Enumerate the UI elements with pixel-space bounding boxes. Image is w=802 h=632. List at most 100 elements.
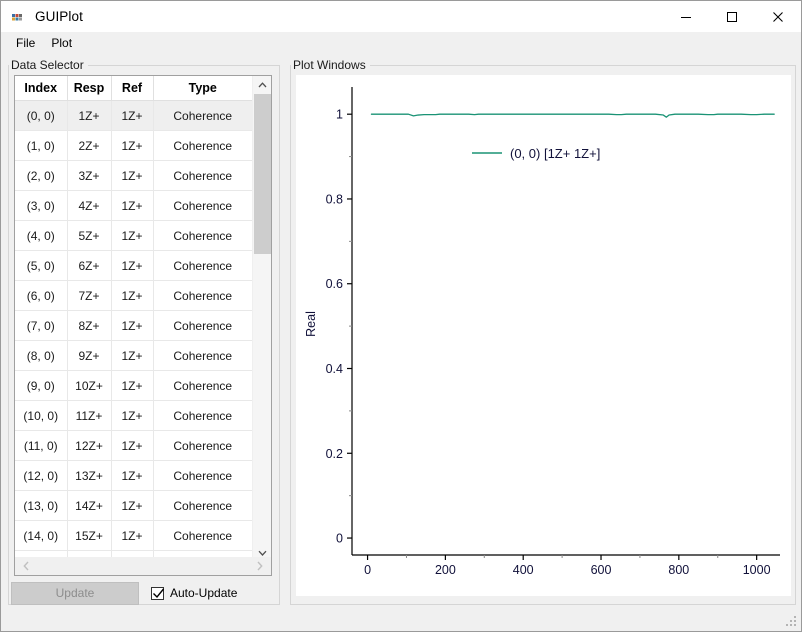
table-row[interactable]: (0, 0) 1Z+ 1Z+ Coherence: [15, 101, 252, 131]
data-selector-title: Data Selector: [9, 58, 88, 72]
cell-type: Coherence: [153, 221, 252, 251]
cell-index: (7, 0): [15, 311, 67, 341]
menu-bar: File Plot: [1, 32, 801, 53]
y-tick-label: 1: [336, 108, 343, 122]
cell-ref: 1Z+: [111, 101, 153, 131]
data-selector-panel: Data Selector Index Resp Ref Type: [8, 65, 280, 605]
cell-type: Coherence: [153, 311, 252, 341]
cell-index: (13, 0): [15, 491, 67, 521]
cell-ref: 1Z+: [111, 191, 153, 221]
cell-resp: 13Z+: [67, 461, 111, 491]
cell-resp: 3Z+: [67, 161, 111, 191]
auto-update-checkbox[interactable]: [151, 587, 164, 600]
cell-ref: 1Z+: [111, 161, 153, 191]
table-row[interactable]: (12, 0) 13Z+ 1Z+ Coherence: [15, 461, 252, 491]
chevron-right-icon[interactable]: [251, 557, 269, 574]
cell-index: (4, 0): [15, 221, 67, 251]
cell-ref: 1Z+: [111, 431, 153, 461]
cell-index: (14, 0): [15, 521, 67, 551]
cell-ref: 1Z+: [111, 221, 153, 251]
coherence-line-chart: 00.20.40.60.81 02004006008001000 (0, 0) …: [296, 75, 791, 596]
column-header-type[interactable]: Type: [153, 76, 252, 101]
auto-update-control[interactable]: Auto-Update: [151, 586, 237, 600]
plot-windows-panel: Plot Windows 00.20.40.60.81 020040060080…: [290, 65, 796, 605]
table-row[interactable]: (13, 0) 14Z+ 1Z+ Coherence: [15, 491, 252, 521]
y-tick-label: 0: [336, 532, 343, 546]
table-row[interactable]: (8, 0) 9Z+ 1Z+ Coherence: [15, 341, 252, 371]
cell-type: Coherence: [153, 101, 252, 131]
table-row[interactable]: (6, 0) 7Z+ 1Z+ Coherence: [15, 281, 252, 311]
table-row[interactable]: (10, 0) 11Z+ 1Z+ Coherence: [15, 401, 252, 431]
chevron-up-icon[interactable]: [253, 76, 272, 94]
table-header-row: Index Resp Ref Type: [15, 76, 252, 101]
title-bar: GUIPlot: [1, 1, 801, 32]
app-logo-icon: [11, 9, 27, 25]
data-selector-table: Index Resp Ref Type (0, 0) 1Z+ 1Z+ Coher…: [15, 76, 252, 562]
menu-item-file[interactable]: File: [8, 34, 43, 52]
cell-ref: 1Z+: [111, 491, 153, 521]
table-row[interactable]: (3, 0) 4Z+ 1Z+ Coherence: [15, 191, 252, 221]
cell-ref: 1Z+: [111, 341, 153, 371]
resize-grip[interactable]: [785, 615, 798, 628]
guiplot-window: GUIPlot File Plot: [0, 0, 802, 632]
column-header-resp[interactable]: Resp: [67, 76, 111, 101]
plot-canvas[interactable]: 00.20.40.60.81 02004006008001000 (0, 0) …: [296, 75, 791, 596]
minimize-button[interactable]: [663, 1, 709, 32]
close-icon: [772, 11, 784, 23]
table-horizontal-scrollbar[interactable]: [14, 557, 272, 576]
cell-ref: 1Z+: [111, 401, 153, 431]
column-header-ref[interactable]: Ref: [111, 76, 153, 101]
y-tick-label: 0.6: [326, 277, 343, 291]
cell-resp: 4Z+: [67, 191, 111, 221]
cell-index: (9, 0): [15, 371, 67, 401]
cell-resp: 14Z+: [67, 491, 111, 521]
chevron-left-icon[interactable]: [17, 557, 35, 574]
table-vertical-scrollbar[interactable]: [252, 76, 271, 562]
cell-type: Coherence: [153, 161, 252, 191]
cell-type: Coherence: [153, 251, 252, 281]
table-row[interactable]: (11, 0) 12Z+ 1Z+ Coherence: [15, 431, 252, 461]
cell-resp: 7Z+: [67, 281, 111, 311]
cell-type: Coherence: [153, 371, 252, 401]
checkmark-icon: [151, 586, 166, 601]
y-tick-label: 0.4: [326, 362, 343, 376]
plot-windows-title: Plot Windows: [291, 58, 370, 72]
cell-index: (3, 0): [15, 191, 67, 221]
table-row[interactable]: (2, 0) 3Z+ 1Z+ Coherence: [15, 161, 252, 191]
cell-index: (12, 0): [15, 461, 67, 491]
cell-ref: 1Z+: [111, 281, 153, 311]
cell-resp: 6Z+: [67, 251, 111, 281]
column-header-index[interactable]: Index: [15, 76, 67, 101]
cell-index: (0, 0): [15, 101, 67, 131]
cell-type: Coherence: [153, 401, 252, 431]
update-button[interactable]: Update: [11, 582, 139, 605]
cell-index: (8, 0): [15, 341, 67, 371]
table-row[interactable]: (1, 0) 2Z+ 1Z+ Coherence: [15, 131, 252, 161]
cell-type: Coherence: [153, 341, 252, 371]
cell-resp: 12Z+: [67, 431, 111, 461]
menu-item-plot[interactable]: Plot: [43, 34, 80, 52]
close-button[interactable]: [755, 1, 801, 32]
cell-resp: 15Z+: [67, 521, 111, 551]
auto-update-label: Auto-Update: [170, 586, 237, 600]
table-row[interactable]: (9, 0) 10Z+ 1Z+ Coherence: [15, 371, 252, 401]
x-tick-label: 0: [364, 563, 371, 577]
maximize-button[interactable]: [709, 1, 755, 32]
cell-resp: 11Z+: [67, 401, 111, 431]
cell-ref: 1Z+: [111, 131, 153, 161]
table-row[interactable]: (5, 0) 6Z+ 1Z+ Coherence: [15, 251, 252, 281]
y-axis-title: Real: [304, 311, 318, 337]
cell-resp: 1Z+: [67, 101, 111, 131]
window-controls: [663, 1, 801, 32]
table-row[interactable]: (4, 0) 5Z+ 1Z+ Coherence: [15, 221, 252, 251]
window-title: GUIPlot: [35, 9, 83, 24]
table-row[interactable]: (14, 0) 15Z+ 1Z+ Coherence: [15, 521, 252, 551]
cell-type: Coherence: [153, 131, 252, 161]
table-row[interactable]: (7, 0) 8Z+ 1Z+ Coherence: [15, 311, 252, 341]
scrollbar-thumb[interactable]: [254, 94, 271, 254]
cell-index: (1, 0): [15, 131, 67, 161]
data-selector-table-body: (0, 0) 1Z+ 1Z+ Coherence (1, 0) 2Z+ 1Z+ …: [15, 101, 252, 563]
cell-index: (2, 0): [15, 161, 67, 191]
cell-type: Coherence: [153, 431, 252, 461]
cell-ref: 1Z+: [111, 251, 153, 281]
